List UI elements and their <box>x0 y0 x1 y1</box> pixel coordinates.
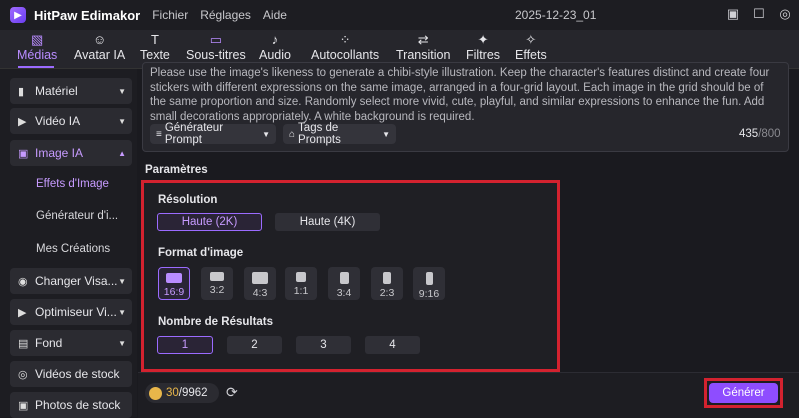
chevron-down-icon: ▼ <box>262 129 270 139</box>
sidebar-item-optimiseur[interactable]: ▶ Optimiseur Vi... ▼ <box>10 299 132 325</box>
effects-icon: ✧ <box>525 32 537 47</box>
sidebar-sub-mes-creations[interactable]: Mes Créations <box>36 243 110 255</box>
chevron-down-icon: ▼ <box>118 338 126 348</box>
layout-icon[interactable]: ▣ <box>725 6 741 22</box>
face-icon: ◉ <box>18 275 28 288</box>
results-2[interactable]: 2 <box>227 336 282 354</box>
results-1[interactable]: 1 <box>157 336 213 354</box>
ratio-3-4[interactable]: 3:4 <box>328 267 360 300</box>
prompt-generator-button[interactable]: ≡ Générateur Prompt ▼ <box>150 122 276 146</box>
resolution-label: Résolution <box>158 194 218 206</box>
audio-icon: ♪ <box>271 32 279 47</box>
coin-icon <box>149 386 162 400</box>
chevron-down-icon: ▼ <box>118 86 126 96</box>
chevron-up-icon: ▲ <box>118 148 126 158</box>
prompt-text[interactable]: Please use the image's likeness to gener… <box>150 66 782 124</box>
sidebar-item-changer-visage[interactable]: ◉ Changer Visa... ▼ <box>10 268 132 294</box>
account-icon[interactable]: ◎ <box>777 6 793 22</box>
sidebar-sub-generateur[interactable]: Générateur d'i... <box>36 210 118 222</box>
ratio-9-16[interactable]: 9:16 <box>413 267 445 300</box>
ratio-16-9-icon <box>166 273 182 283</box>
results-label: Nombre de Résultats <box>158 316 274 328</box>
app-logo-icon: ▶ <box>10 7 26 23</box>
refresh-icon[interactable]: ⟳ <box>226 384 238 401</box>
video-icon: ▶ <box>18 115 27 128</box>
results-4[interactable]: 4 <box>365 336 420 354</box>
menu-help[interactable]: Aide <box>263 8 287 22</box>
tab-texte[interactable]: T Texte <box>140 32 170 66</box>
tab-audio[interactable]: ♪ Audio <box>259 32 291 66</box>
chevron-down-icon: ▼ <box>382 129 390 139</box>
feedback-icon[interactable]: ☐ <box>751 6 767 22</box>
ratio-16-9[interactable]: 16:9 <box>158 267 190 300</box>
sidebar-item-fond[interactable]: ▤ Fond ▼ <box>10 330 132 356</box>
chevron-down-icon: ▼ <box>118 307 126 317</box>
background-icon: ▤ <box>18 337 29 350</box>
image-icon: ▣ <box>18 147 29 160</box>
sidebar-item-videos-stock[interactable]: ◎ Vidéos de stock <box>10 361 132 387</box>
format-label: Format d'image <box>158 247 244 259</box>
ratio-1-1[interactable]: 1:1 <box>285 267 317 300</box>
ratio-9-16-icon <box>425 272 433 285</box>
folder-icon: ▮ <box>18 85 25 98</box>
char-count: 435/800 <box>739 128 781 140</box>
ratio-1-1-icon <box>296 272 306 282</box>
active-tab-indicator <box>18 66 54 68</box>
avatar-icon: ☺ <box>92 32 107 47</box>
sidebar-item-materiel[interactable]: ▮ Matériel ▼ <box>10 78 132 104</box>
ratio-4-3[interactable]: 4:3 <box>244 267 276 300</box>
credits-badge: 30/9962 <box>145 383 219 403</box>
filters-icon: ✦ <box>477 32 489 47</box>
tab-avatar[interactable]: ☺ Avatar IA <box>74 32 125 66</box>
resolution-4k[interactable]: Haute (4K) <box>275 213 380 231</box>
ratio-3-2[interactable]: 3:2 <box>201 267 233 300</box>
list-icon: ≡ <box>156 128 162 140</box>
media-icon: ▧ <box>31 32 44 47</box>
ratio-3-2-icon <box>210 272 224 281</box>
stickers-icon: ⁘ <box>339 32 351 47</box>
sidebar-item-video-ia[interactable]: ▶ Vidéo IA ▼ <box>10 108 132 134</box>
text-icon: T <box>150 32 159 47</box>
sidebar-sub-effets-image[interactable]: Effets d'Image <box>36 178 109 190</box>
sidebar-item-photos-stock[interactable]: ▣ Photos de stock <box>10 392 132 418</box>
chevron-down-icon: ▼ <box>118 276 126 286</box>
params-title: Paramètres <box>145 164 208 176</box>
tag-icon: ⌂ <box>289 128 296 140</box>
subtitles-icon: ▭ <box>209 32 223 47</box>
menu-settings[interactable]: Réglages <box>200 8 251 22</box>
prompt-tags-button[interactable]: ⌂ Tags de Prompts ▼ <box>283 122 396 146</box>
tab-medias[interactable]: ▧ Médias <box>17 32 57 66</box>
app-title: HitPaw Edimakor <box>34 7 141 23</box>
stock-photo-icon: ▣ <box>18 399 29 412</box>
ratio-2-3-icon <box>383 272 391 284</box>
enhance-icon: ▶ <box>18 306 27 319</box>
ratio-2-3[interactable]: 2:3 <box>371 267 403 300</box>
tab-sous-titres[interactable]: ▭ Sous-titres <box>186 32 246 66</box>
menu-file[interactable]: Fichier <box>152 8 188 22</box>
ratio-3-4-icon <box>339 272 349 284</box>
results-3[interactable]: 3 <box>296 336 351 354</box>
tab-effets[interactable]: ✧ Effets <box>515 32 547 66</box>
tab-autocollants[interactable]: ⁘ Autocollants <box>311 32 379 66</box>
tab-transition[interactable]: ⇄ Transition <box>396 32 450 66</box>
project-name: 2025-12-23_01 <box>515 8 597 22</box>
sidebar-item-image-ia[interactable]: ▣ Image IA ▲ <box>10 140 132 166</box>
stock-video-icon: ◎ <box>18 368 28 381</box>
tab-filtres[interactable]: ✦ Filtres <box>466 32 500 66</box>
title-bar: ▶ HitPaw Edimakor Fichier Réglages Aide <box>0 0 799 30</box>
generate-button[interactable]: Générer <box>709 383 778 403</box>
chevron-down-icon: ▼ <box>118 116 126 126</box>
transition-icon: ⇄ <box>417 32 429 47</box>
resolution-2k[interactable]: Haute (2K) <box>157 213 262 231</box>
ratio-4-3-icon <box>252 272 268 284</box>
